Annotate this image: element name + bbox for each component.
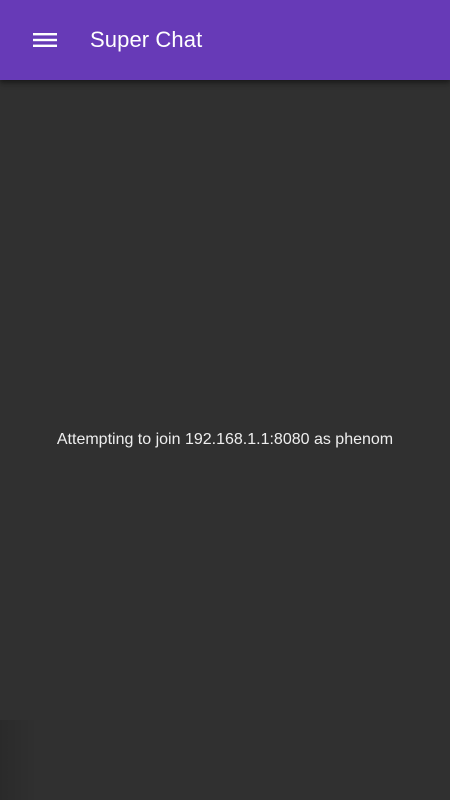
menu-button[interactable] [21,16,69,64]
menu-icon [33,33,57,47]
drawer-edge[interactable] [0,720,38,800]
connection-status-message: Attempting to join 192.168.1.1:8080 as p… [56,431,394,448]
app-title: Super Chat [90,27,203,52]
app-bar: Super Chat [0,0,450,80]
app-screen: Super Chat Attempting to join 192.168.1.… [0,0,450,800]
